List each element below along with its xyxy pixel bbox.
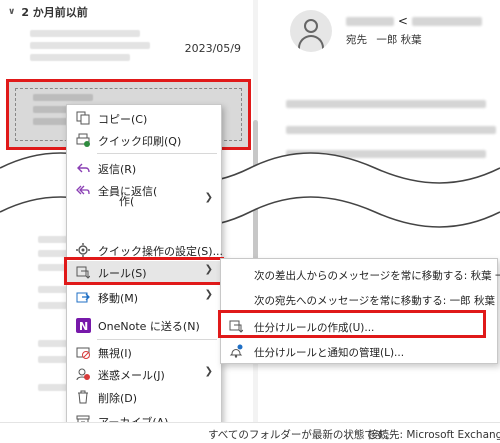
onenote-icon: N (75, 317, 91, 333)
menu-item-copy[interactable]: コピー(C) (67, 107, 221, 129)
submenu-item-move-to-recipient[interactable]: 次の宛先へのメッセージを常に移動する: 一郎 秋葉 (221, 288, 497, 312)
move-icon (75, 289, 91, 305)
sender-avatar (290, 10, 332, 52)
menu-item-move[interactable]: 移動(M) ❯ (67, 286, 221, 308)
submenu-arrow-icon: ❯ (204, 264, 213, 275)
create-rule-icon (229, 319, 245, 335)
menu-separator (97, 153, 217, 154)
junk-icon (75, 366, 91, 382)
menu-item-quick-step-settings[interactable]: クイック操作の設定(S)... (67, 239, 223, 261)
copy-icon (75, 110, 91, 126)
sync-status: すべてのフォルダーが最新の状態です。 (208, 429, 395, 441)
context-menu: コピー(C) クイック印刷(Q) 返信(R) 全員に返信( 作( ❯ クイック操… (66, 104, 223, 436)
status-bar: すべてのフォルダーが最新の状態です。 接続先: Microsoft Exchan… (0, 422, 500, 443)
menu-item-reply[interactable]: 返信(R) (67, 157, 221, 179)
delete-icon (75, 389, 91, 405)
rules-icon (75, 264, 91, 280)
settings-icon (75, 242, 91, 258)
rules-submenu: 次の差出人からのメッセージを常に移動する: 秋葉 一郎 次の宛先へのメッセージを… (220, 258, 500, 364)
sender-bracket: < (397, 14, 408, 28)
chevron-down-icon: ∨ (8, 7, 16, 17)
mail-item-date: 2023/05/9 (184, 42, 241, 55)
submenu-arrow-icon: ❯ (204, 289, 213, 300)
submenu-arrow-icon: ❯ (204, 192, 213, 203)
quick-step-icon (75, 192, 91, 208)
body-text-blurred (286, 126, 496, 134)
recipient-line: 宛先 一郎 秋葉 (346, 32, 422, 47)
submenu-item-move-from-sender[interactable]: 次の差出人からのメッセージを常に移動する: 秋葉 一郎 (221, 263, 500, 287)
menu-item-delete[interactable]: 削除(D) (67, 386, 221, 408)
manage-rules-icon (229, 344, 245, 360)
mail-group-header[interactable]: ∨ 2 か月前以前 (8, 4, 88, 20)
menu-item-rules[interactable]: ルール(S) ❯ (67, 261, 221, 283)
svg-text:N: N (79, 320, 88, 333)
menu-item-quick-print[interactable]: クイック印刷(Q) (67, 129, 221, 151)
connection-status: 接続先: Microsoft Exchange (368, 429, 500, 441)
submenu-item-manage-rules[interactable]: 仕分けルールと通知の管理(L)... (221, 340, 497, 364)
menu-item-junk[interactable]: 迷惑メール(J) ❯ (67, 363, 221, 385)
recipient-name: 一郎 秋葉 (376, 34, 422, 46)
print-icon (75, 132, 91, 148)
body-text-blurred (286, 100, 486, 108)
ignore-icon (75, 344, 91, 360)
sender-line: < (346, 14, 482, 28)
menu-item-quick-steps[interactable]: 作( ❯ (67, 189, 221, 211)
recipient-label: 宛先 (346, 34, 367, 46)
submenu-arrow-icon: ❯ (204, 366, 213, 377)
menu-item-ignore[interactable]: 無視(I) (67, 341, 221, 363)
person-icon (304, 19, 318, 33)
menu-separator (97, 339, 217, 340)
menu-item-onenote[interactable]: N OneNote に送る(N) (67, 314, 221, 336)
submenu-item-create-rule[interactable]: 仕分けルールの作成(U)... (221, 315, 497, 339)
mail-group-label: 2 か月前以前 (21, 6, 88, 19)
reply-icon (75, 160, 91, 176)
